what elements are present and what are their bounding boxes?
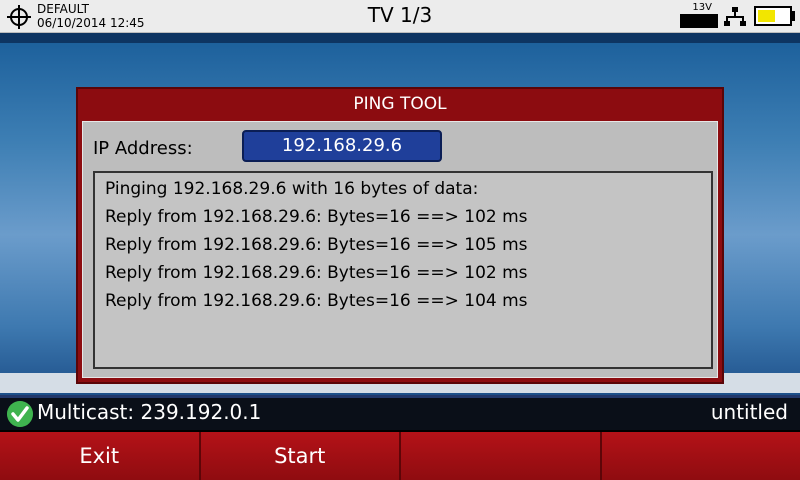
voltage-label: 13V — [692, 2, 712, 13]
network-icon — [724, 7, 746, 26]
output-line: Reply from 192.168.29.6: Bytes=16 ==> 10… — [105, 207, 528, 227]
output-line: Pinging 192.168.29.6 with 16 bytes of da… — [105, 179, 479, 199]
ip-address-label: IP Address: — [93, 138, 193, 159]
output-line: Reply from 192.168.29.6: Bytes=16 ==> 10… — [105, 291, 528, 311]
dialog-title: PING TOOL — [353, 94, 447, 114]
ping-tool-dialog: PING TOOL IP Address: 192.168.29.6 Pingi… — [76, 87, 724, 384]
function-key-4[interactable] — [601, 432, 800, 480]
battery-fill — [758, 10, 775, 22]
battery-icon — [754, 6, 792, 26]
lnb-voltage-indicator: 13V — [680, 2, 718, 30]
check-icon — [7, 401, 33, 427]
dialog-body: IP Address: 192.168.29.6 Pinging 192.168… — [82, 121, 718, 378]
video-dark-band — [0, 33, 800, 43]
filename-label: untitled — [710, 400, 788, 424]
output-line: Reply from 192.168.29.6: Bytes=16 ==> 10… — [105, 263, 528, 283]
multicast-address: Multicast: 239.192.0.1 — [37, 400, 262, 424]
ip-address-field[interactable]: 192.168.29.6 — [242, 130, 442, 162]
function-key-3[interactable] — [401, 432, 602, 480]
start-button[interactable]: Start — [200, 432, 401, 480]
top-status-bar: DEFAULT 06/10/2014 12:45 TV 1/3 13V — [0, 0, 800, 33]
ping-output: Pinging 192.168.29.6 with 16 bytes of da… — [93, 171, 713, 369]
voltage-bar — [680, 14, 718, 28]
battery-tip — [791, 11, 795, 21]
output-line: Reply from 192.168.29.6: Bytes=16 ==> 10… — [105, 235, 528, 255]
bottom-status-line: Multicast: 239.192.0.1 untitled — [0, 398, 800, 430]
exit-button[interactable]: Exit — [0, 432, 201, 480]
function-key-bar: Exit Start — [0, 432, 800, 480]
